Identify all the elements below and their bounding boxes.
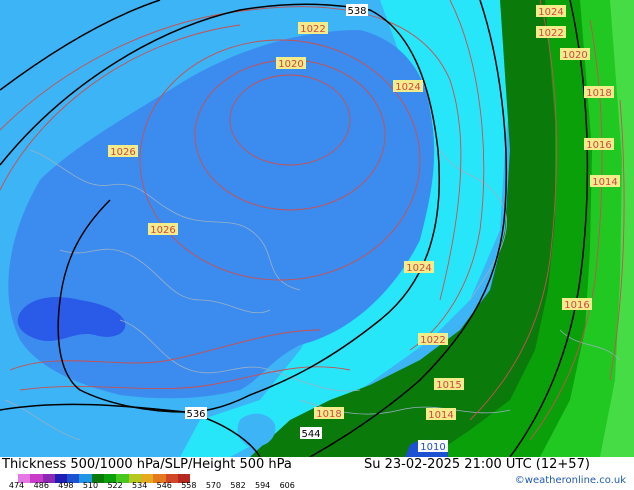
svg-text:536: 536	[186, 409, 205, 420]
svg-text:1024: 1024	[538, 7, 563, 18]
legend-tick-label: 510	[82, 481, 99, 490]
legend-tick-label: 594	[255, 481, 271, 490]
isobar-label: 1024	[536, 5, 566, 18]
height-label: 538	[346, 4, 368, 17]
svg-text:1024: 1024	[406, 263, 431, 274]
svg-text:1014: 1014	[592, 177, 617, 188]
isobar-label: 1026	[108, 145, 138, 158]
isobar-label: 1016	[584, 138, 614, 151]
isobar-label: 1014	[590, 175, 620, 188]
valid-time: Su 23-02-2025 21:00 UTC (12+57)	[364, 457, 590, 472]
isobar-label: 1014	[426, 408, 456, 421]
legend-tick-label: 606	[279, 481, 295, 490]
credit-link[interactable]: ©weatheronline.co.uk	[515, 475, 626, 486]
svg-text:1026: 1026	[110, 147, 135, 158]
isobar-label: 1020	[276, 57, 306, 70]
legend-tick-label: 558	[181, 481, 197, 490]
svg-text:1016: 1016	[564, 300, 589, 311]
svg-text:1018: 1018	[586, 88, 611, 99]
legend-tick-label: 546	[156, 481, 172, 490]
svg-text:538: 538	[347, 6, 366, 17]
isobar-label: 1026	[148, 223, 178, 236]
svg-text:544: 544	[301, 429, 320, 440]
svg-text:1010: 1010	[420, 442, 445, 453]
isobar-label: 1022	[536, 26, 566, 39]
isobar-label: 1024	[404, 261, 434, 274]
isobar-label: 1018	[314, 407, 344, 420]
map-title: Thickness 500/1000 hPa/SLP/Height 500 hP…	[2, 457, 292, 472]
svg-text:1024: 1024	[395, 82, 420, 93]
isobar-label: 1020	[560, 48, 590, 61]
map-footer: Thickness 500/1000 hPa/SLP/Height 500 hP…	[0, 457, 634, 490]
svg-text:1020: 1020	[278, 59, 303, 70]
legend-tick-label: 498	[58, 481, 74, 490]
svg-text:1026: 1026	[150, 225, 175, 236]
height-label: 536	[185, 407, 207, 420]
svg-text:1016: 1016	[586, 140, 611, 151]
legend-ticks: 474 486 498 510 522 534 546 558 570 582 594 606	[4, 481, 300, 490]
isobar-label: 1024	[393, 80, 423, 93]
svg-text:1014: 1014	[428, 410, 453, 421]
isobar-label: 1015	[434, 378, 464, 391]
isobar-label: 1022	[298, 22, 328, 35]
legend-tick-label: 474	[8, 481, 25, 490]
legend-tick-label: 534	[132, 481, 148, 490]
weather-map: 1024 1022 1020 1018 1016 1014 1026 1024 …	[0, 0, 634, 457]
isobar-label: 1018	[584, 86, 614, 99]
legend-tick-label: 486	[33, 481, 49, 490]
legend-tick-label: 570	[205, 481, 222, 490]
svg-text:1015: 1015	[436, 380, 461, 391]
isobar-label: 1016	[562, 298, 592, 311]
svg-text:1022: 1022	[300, 24, 325, 35]
isobar-label: 1022	[418, 333, 448, 346]
legend-tick-label: 582	[230, 481, 246, 490]
svg-text:1020: 1020	[562, 50, 587, 61]
height-label: 544	[300, 427, 322, 440]
legend-tick-label: 522	[107, 481, 123, 490]
svg-text:1022: 1022	[538, 28, 563, 39]
svg-text:1022: 1022	[420, 335, 445, 346]
svg-text:1018: 1018	[316, 409, 341, 420]
isobar-label: 1010	[418, 440, 448, 453]
